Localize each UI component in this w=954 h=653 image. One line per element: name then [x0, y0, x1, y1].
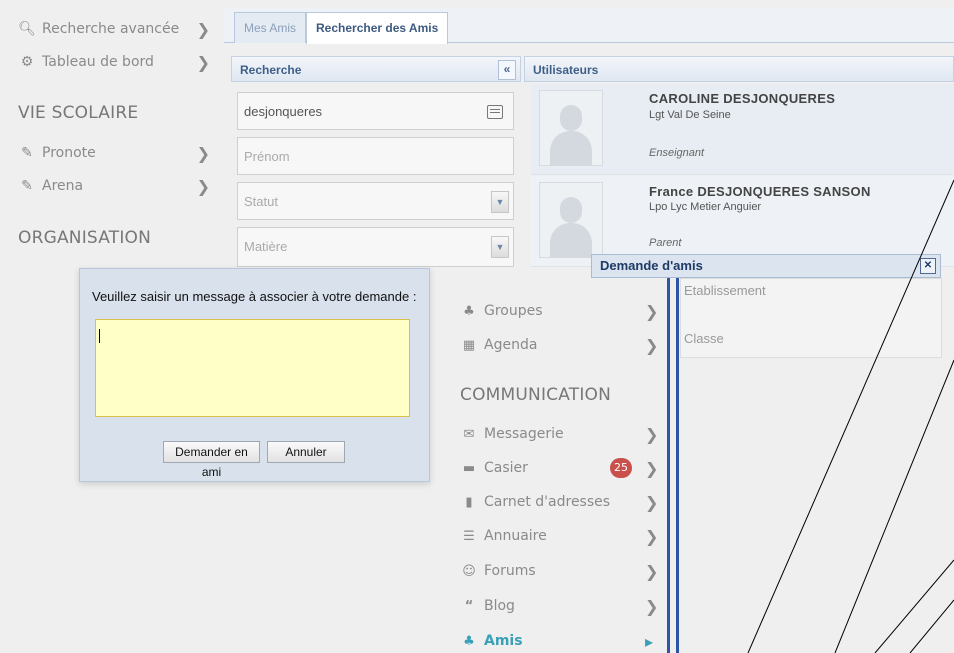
drawn-line	[874, 559, 954, 653]
drawn-line	[747, 179, 954, 653]
drawn-line	[909, 599, 954, 653]
drawn-line	[834, 359, 954, 653]
drawn-lines-overlay	[747, 179, 954, 653]
